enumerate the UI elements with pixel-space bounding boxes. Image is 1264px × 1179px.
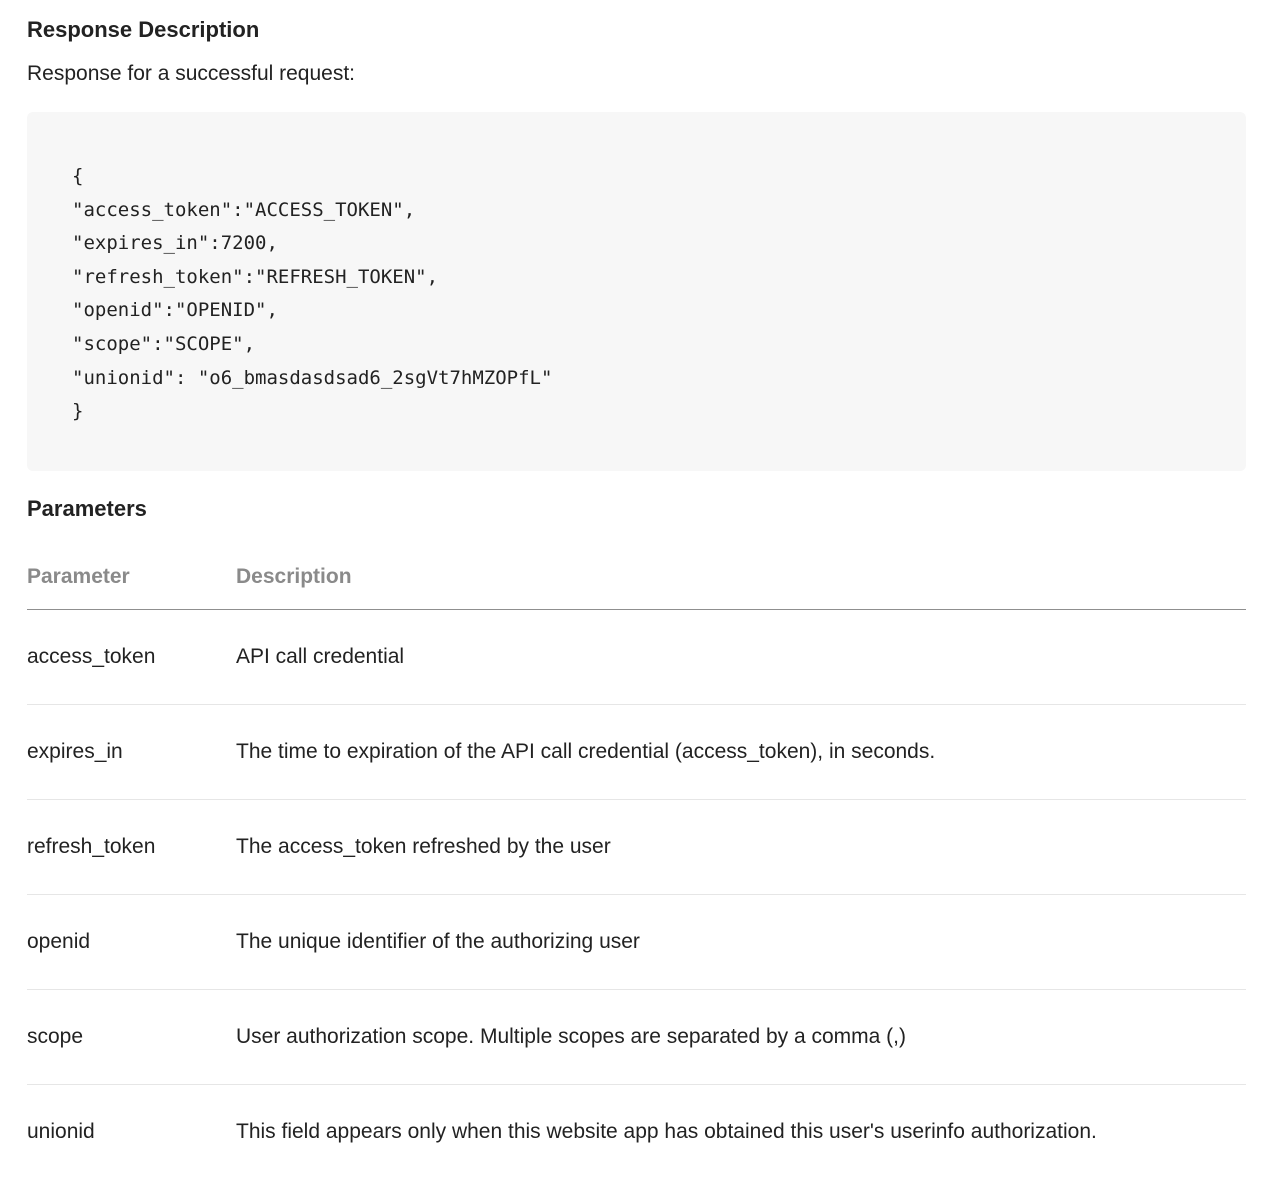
code-line: "openid":"OPENID", — [72, 294, 552, 328]
parameter-name: openid — [27, 895, 236, 990]
parameter-description: User authorization scope. Multiple scope… — [236, 990, 1246, 1085]
code-lines: { "access_token":"ACCESS_TOKEN", "expire… — [72, 160, 552, 429]
code-line: { — [72, 160, 552, 194]
code-line: "scope":"SCOPE", — [72, 328, 552, 362]
json-code-block: { "access_token":"ACCESS_TOKEN", "expire… — [27, 112, 1246, 471]
parameter-description: The time to expiration of the API call c… — [236, 705, 1246, 800]
parameter-description: API call credential — [236, 610, 1246, 705]
table-row: scope User authorization scope. Multiple… — [27, 990, 1246, 1085]
parameter-name: refresh_token — [27, 800, 236, 895]
document-page: Response Description Response for a succ… — [0, 0, 1264, 1156]
code-line: } — [72, 395, 552, 429]
table-header-row: Parameter Description — [27, 545, 1246, 610]
table-row: refresh_token The access_token refreshed… — [27, 800, 1246, 895]
table-row: openid The unique identifier of the auth… — [27, 895, 1246, 990]
column-header-parameter: Parameter — [27, 545, 236, 610]
parameter-description: The unique identifier of the authorizing… — [236, 895, 1246, 990]
code-line: "unionid": "o6_bmasdasdsad6_2sgVt7hMZOPf… — [72, 362, 552, 396]
table-row: unionid This field appears only when thi… — [27, 1085, 1246, 1179]
column-header-description: Description — [236, 545, 1246, 610]
code-line: "refresh_token":"REFRESH_TOKEN", — [72, 261, 552, 295]
code-line: "expires_in":7200, — [72, 227, 552, 261]
parameter-name: unionid — [27, 1085, 236, 1179]
response-description-heading: Response Description — [27, 16, 259, 44]
parameter-description: This field appears only when this websit… — [236, 1085, 1246, 1179]
parameter-name: access_token — [27, 610, 236, 705]
response-intro-text: Response for a successful request: — [27, 60, 355, 88]
parameters-table: Parameter Description access_token API c… — [27, 545, 1246, 1179]
code-line: "access_token":"ACCESS_TOKEN", — [72, 194, 552, 228]
parameter-name: expires_in — [27, 705, 236, 800]
parameters-heading: Parameters — [27, 495, 147, 523]
table-row: access_token API call credential — [27, 610, 1246, 705]
parameter-description: The access_token refreshed by the user — [236, 800, 1246, 895]
parameter-name: scope — [27, 990, 236, 1085]
table-row: expires_in The time to expiration of the… — [27, 705, 1246, 800]
